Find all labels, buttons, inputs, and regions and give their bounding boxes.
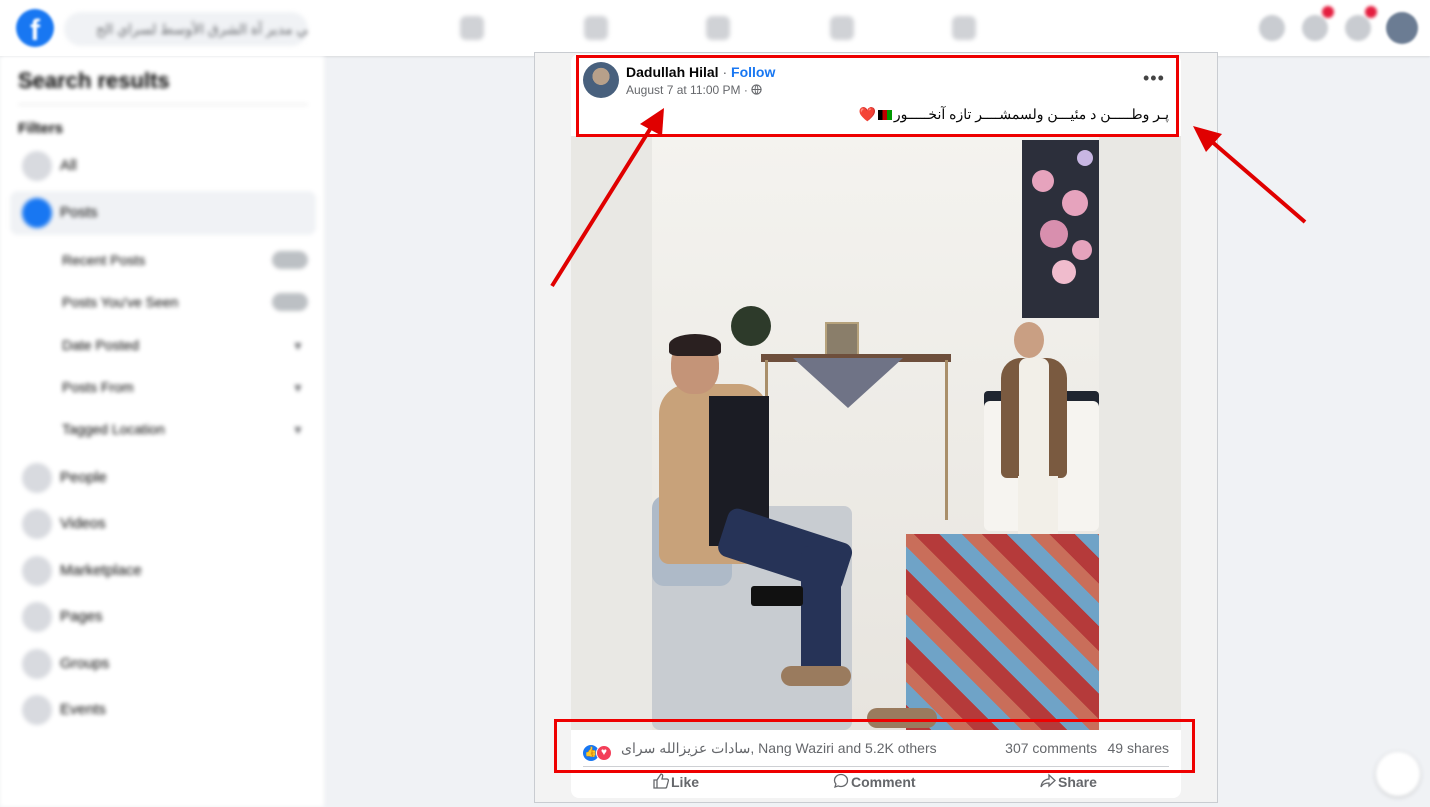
new-message-button[interactable] [1376,752,1420,796]
annotation-arrowhead-left [640,108,664,136]
annotation-arrow-right [1208,138,1307,224]
annotation-arrows [550,108,1307,288]
annotation-arrow-left [550,124,654,288]
